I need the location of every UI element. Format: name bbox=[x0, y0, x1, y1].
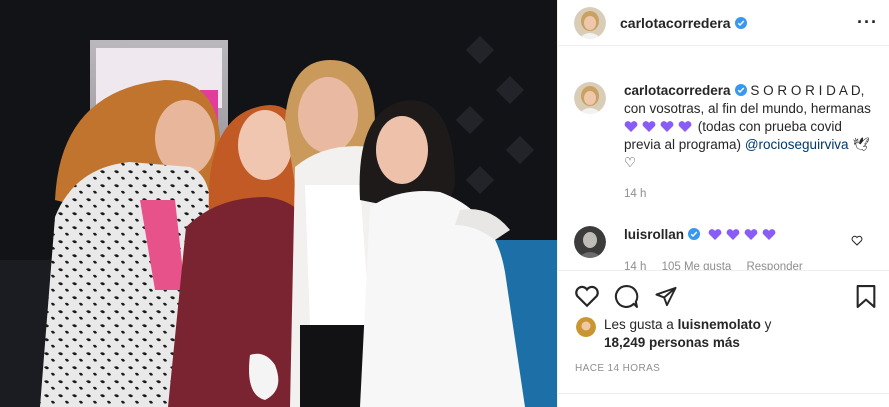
author-avatar[interactable] bbox=[574, 6, 606, 39]
likes-text: Les gusta a luisnemolato y 18,249 person… bbox=[604, 317, 772, 350]
post-image bbox=[0, 0, 557, 407]
post-timestamp[interactable]: HACE 14 HORAS bbox=[575, 363, 660, 374]
caption-text-1: S O R O R I D A D, bbox=[750, 83, 865, 98]
liker-username[interactable]: luisnemolato bbox=[678, 317, 761, 332]
likes-summary: Les gusta a luisnemolato y 18,249 person… bbox=[576, 316, 784, 352]
add-comment-bar[interactable] bbox=[558, 393, 889, 407]
post-sidebar: carlotacorredera ··· carlotacorredera S … bbox=[557, 0, 889, 407]
like-heart-icon[interactable] bbox=[574, 284, 600, 308]
mention-link[interactable]: @rocioseguirviva bbox=[745, 137, 849, 152]
post-actions: Les gusta a luisnemolato y 18,249 person… bbox=[558, 270, 889, 407]
author-username[interactable]: carlotacorredera bbox=[620, 15, 747, 31]
comment-likes[interactable]: 105 Me gusta bbox=[662, 261, 732, 270]
comment-meta: 14 h 105 Me gusta Responder bbox=[624, 258, 876, 270]
likes-count[interactable]: 18,249 personas más bbox=[604, 335, 740, 350]
comments-list: carlotacorredera S O R O R I D A D, con … bbox=[558, 70, 889, 270]
purple-heart-icon bbox=[708, 229, 776, 240]
commenter-avatar[interactable] bbox=[574, 226, 606, 258]
comment-item: luisrollan 14 h 105 Me gusta Responder bbox=[574, 226, 876, 270]
verified-badge-icon bbox=[734, 84, 747, 96]
caption-time: 14 h bbox=[624, 188, 647, 200]
comment-body: luisrollan 14 h 105 Me gusta Responder bbox=[624, 226, 876, 270]
commenter-username[interactable]: luisrollan bbox=[624, 227, 684, 242]
purple-heart-icon bbox=[624, 121, 692, 132]
like-comment-heart-icon[interactable] bbox=[851, 235, 863, 246]
post-photo[interactable] bbox=[0, 0, 557, 407]
more-options-icon[interactable]: ··· bbox=[857, 13, 878, 31]
share-send-icon[interactable] bbox=[654, 285, 678, 308]
post-header: carlotacorredera ··· bbox=[558, 0, 889, 46]
caption-body: carlotacorredera S O R O R I D A D, con … bbox=[624, 82, 876, 203]
caption-meta: 14 h bbox=[624, 185, 876, 203]
reply-button[interactable]: Responder bbox=[746, 261, 802, 270]
caption: carlotacorredera S O R O R I D A D, con … bbox=[574, 82, 876, 203]
comment-bubble-icon[interactable] bbox=[614, 284, 639, 309]
save-bookmark-icon[interactable] bbox=[855, 284, 877, 309]
purple-hearts bbox=[624, 119, 694, 134]
caption-text-2: con vosotras, al fin del mundo, hermanas bbox=[624, 101, 871, 116]
liker-avatar[interactable] bbox=[576, 317, 596, 337]
comment-time: 14 h bbox=[624, 261, 647, 270]
verified-badge-icon bbox=[734, 16, 747, 29]
caption-avatar[interactable] bbox=[574, 82, 606, 114]
verified-badge-icon bbox=[688, 228, 701, 240]
caption-username[interactable]: carlotacorredera bbox=[624, 83, 731, 98]
